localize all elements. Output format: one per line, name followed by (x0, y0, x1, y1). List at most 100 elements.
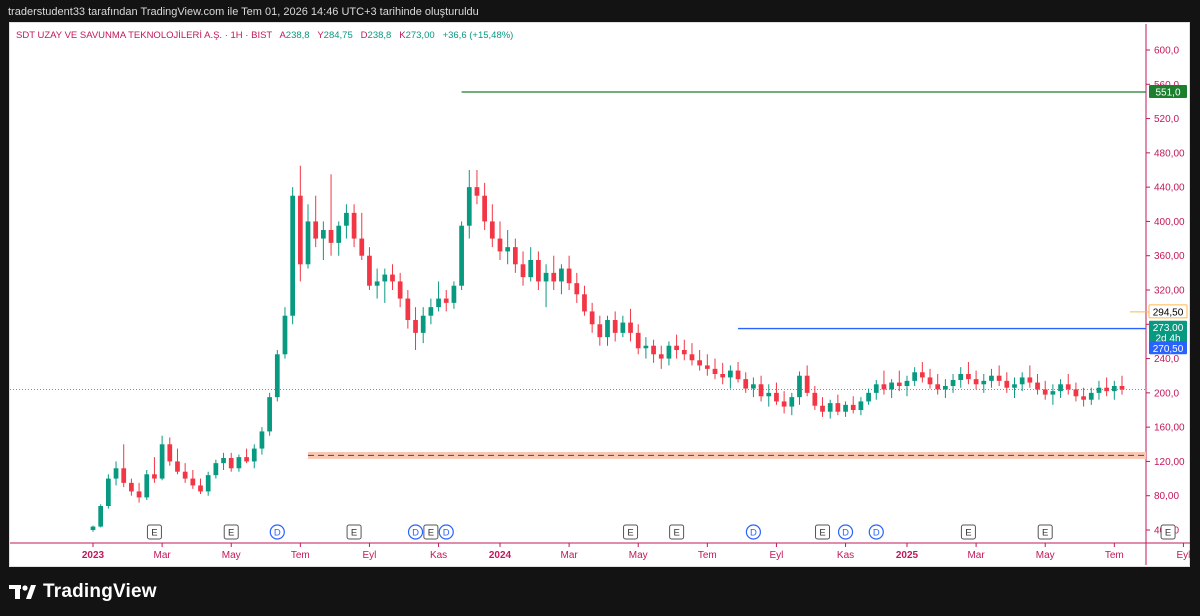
candle-body (175, 461, 180, 472)
candle (896, 370, 902, 392)
candle (1111, 380, 1117, 400)
candle (474, 170, 480, 205)
candle-body (297, 195, 303, 265)
earnings-event-icon[interactable]: E (815, 524, 831, 540)
time-tick-label: Mar (560, 550, 578, 561)
candle-body (966, 374, 971, 380)
candle (943, 379, 948, 398)
price-tick-label: 120,00 (1154, 457, 1185, 468)
time-tick-label: Eyl (769, 550, 783, 561)
candle (651, 339, 656, 363)
candle-body (1050, 391, 1056, 395)
candle-body (520, 264, 526, 278)
candle (244, 448, 249, 464)
candle (843, 401, 848, 417)
earnings-badge-letter: E (965, 528, 971, 539)
price-chart[interactable]: 40,0080,00120,00160,00200,0240,0280,0320… (0, 0, 1200, 616)
earnings-event-icon[interactable]: E (1037, 524, 1053, 540)
candle-body (597, 324, 603, 338)
candle-body (866, 392, 871, 402)
earnings-event-icon[interactable]: E (423, 524, 439, 540)
candle-body (904, 380, 910, 386)
candle (297, 165, 303, 282)
candle-body (835, 403, 841, 412)
candle-body (182, 471, 188, 479)
earnings-event-icon[interactable]: E (223, 524, 239, 540)
tradingview-logo[interactable]: TradingView (9, 580, 157, 604)
candle-body (213, 463, 219, 476)
price-tick-label: 520,0 (1154, 114, 1179, 125)
candle (973, 370, 979, 390)
earnings-event-icon[interactable]: E (623, 524, 639, 540)
candle-body (666, 345, 672, 359)
candle-body (551, 272, 557, 282)
candle-body (428, 307, 434, 316)
candle (628, 308, 633, 342)
candle-body (735, 370, 741, 380)
candle (850, 396, 856, 414)
candle-body (789, 397, 795, 407)
candle-body (390, 274, 395, 282)
candle (574, 272, 580, 303)
candle (121, 444, 127, 488)
earnings-badge-letter: E (351, 528, 357, 539)
candle-body (766, 392, 772, 397)
candle-body (797, 375, 802, 398)
earnings-event-icon[interactable]: E (146, 524, 162, 540)
candle (175, 448, 180, 475)
candle (712, 358, 718, 380)
dividend-event-icon[interactable]: D (269, 524, 285, 540)
candle (1012, 377, 1017, 398)
candle-body (612, 320, 618, 333)
earnings-event-icon[interactable]: E (1160, 524, 1176, 540)
time-tick-label: Tem (1105, 550, 1124, 561)
candle-body (129, 482, 134, 492)
candle (152, 457, 157, 483)
candle (566, 255, 572, 290)
candle-body (635, 332, 641, 349)
time-tick-label: May (629, 550, 648, 561)
time-tick-label: Mar (153, 550, 171, 561)
time-tick-label: Mar (967, 550, 985, 561)
time-tick-label: 2024 (489, 550, 512, 561)
candle-body (1012, 384, 1017, 388)
candle (866, 388, 871, 405)
earnings-event-icon[interactable]: E (346, 524, 362, 540)
candle-body (136, 491, 142, 498)
candle-body (505, 247, 511, 252)
candle (612, 311, 618, 342)
candle (1073, 382, 1079, 402)
candle (1096, 380, 1102, 400)
candle-body (313, 221, 319, 239)
candle (1050, 384, 1056, 405)
dividend-event-icon[interactable]: D (837, 524, 854, 540)
candle-body (704, 365, 710, 369)
candle (221, 452, 226, 470)
time-tick-label: May (222, 550, 241, 561)
dividend-event-icon[interactable]: D (438, 524, 454, 540)
candle-body (466, 187, 472, 226)
candle-body (482, 195, 487, 222)
candle-body (781, 401, 787, 407)
candle-body (167, 444, 173, 462)
candle (144, 470, 150, 500)
candle-body (689, 354, 695, 361)
dividend-event-icon[interactable]: D (745, 524, 762, 540)
candle-body (198, 485, 203, 492)
price-tick-label: 360,00 (1154, 251, 1185, 262)
dividend-event-icon[interactable]: D (868, 524, 884, 540)
candle (666, 341, 672, 366)
candle-body (221, 458, 226, 464)
price-tick-label: 440,00 (1154, 183, 1185, 194)
candle (228, 452, 234, 472)
legend-low-label: D (360, 30, 368, 41)
earnings-event-icon[interactable]: E (669, 524, 685, 540)
dividend-event-icon[interactable]: D (407, 524, 424, 540)
candle (873, 380, 879, 400)
earnings-event-icon[interactable]: E (960, 524, 976, 540)
candle (374, 268, 380, 299)
candle-body (850, 404, 856, 410)
legend-close-value: 273,00 (405, 30, 435, 41)
candle-body (474, 187, 480, 196)
candle-body (996, 375, 1002, 381)
